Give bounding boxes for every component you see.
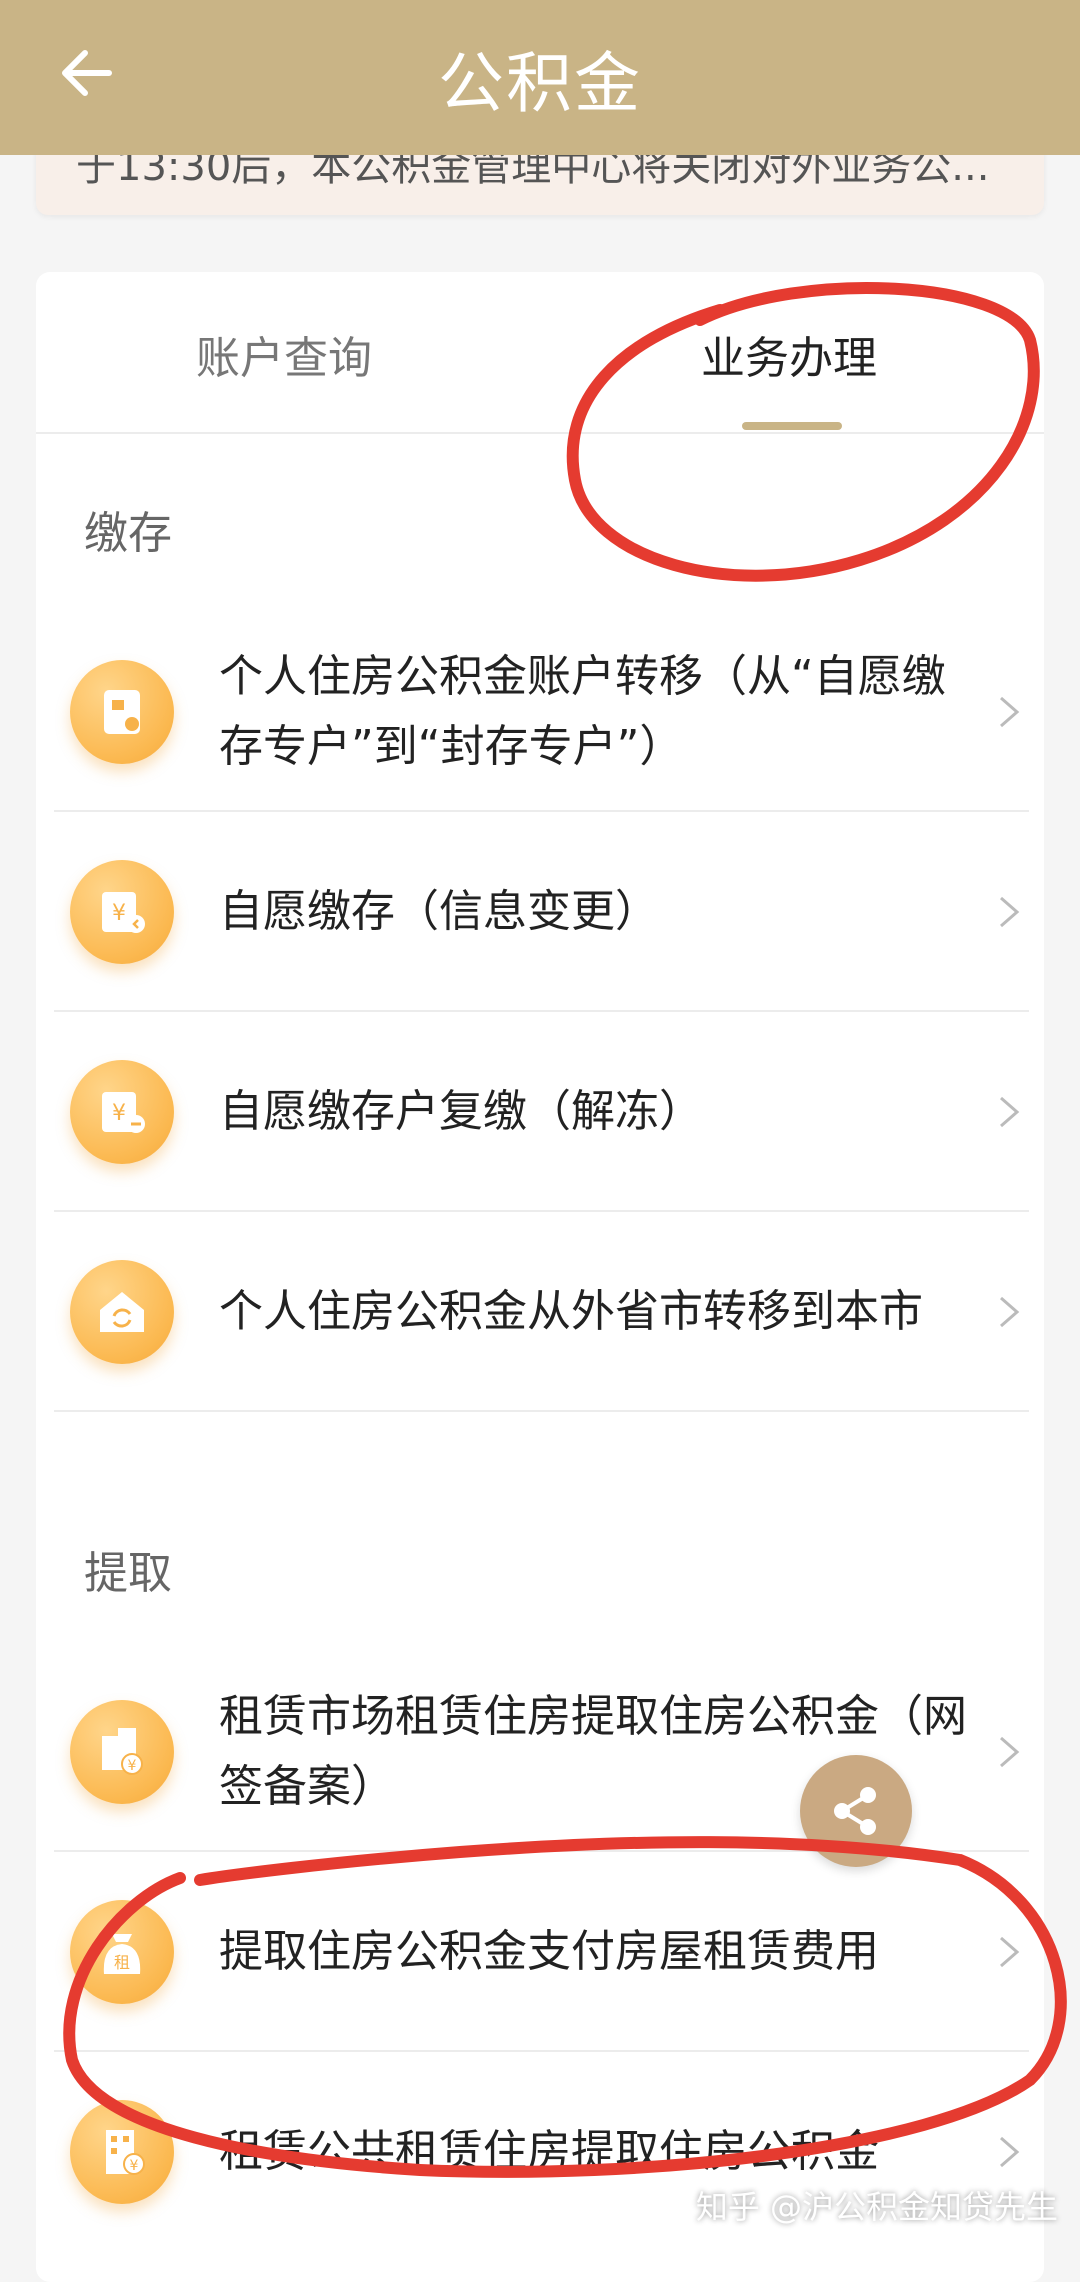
arrow-left-icon [62,50,112,96]
svg-text:¥: ¥ [130,2158,139,2174]
watermark: 知乎 @沪公积金知贷先生 [695,2188,1058,2226]
chevron-right-icon [1000,696,1020,728]
chevron-right-icon [1000,1296,1020,1328]
list-item-label: 个人住房公积金账户转移（从“自愿缴存专户”到“封存专户”） [219,651,946,772]
list-item-label: 自愿缴存（信息变更） [219,886,659,937]
chevron-right-icon [1000,896,1020,928]
public-building-yuan-icon: ¥ [70,2100,174,2204]
section-title-withdraw: 提取 [84,1548,172,1599]
page-title: 公积金 [438,44,642,122]
chevron-right-icon [1000,1096,1020,1128]
chevron-right-icon [1000,2136,1020,2168]
house-refresh-icon [70,1260,174,1364]
list-item-resume-deposit[interactable]: ¥ 自愿缴存户复缴（解冻） [54,1012,1029,1212]
list-item-account-transfer[interactable]: 个人住房公积金账户转移（从“自愿缴存专户”到“封存专户”） [54,612,1029,812]
list-item-label: 个人住房公积金从外省市转移到本市 [219,1286,923,1337]
building-yuan-icon: ¥ [70,1700,174,1804]
tab-account-query[interactable]: 账户查询 [196,322,372,386]
active-tab-indicator [742,422,842,430]
tab-bar: 账户查询 业务办理 [36,272,1044,434]
list-item-label: 自愿缴存户复缴（解冻） [219,1086,703,1137]
svg-text:¥: ¥ [112,1101,126,1126]
divider [54,1410,1029,1412]
back-button[interactable] [52,38,122,108]
list-item-transfer-in[interactable]: 个人住房公积金从外省市转移到本市 [54,1212,1029,1412]
yuan-document-icon: ¥ [70,860,174,964]
rent-bag-icon: 租 [70,1900,174,2004]
list-item-label: 提取住房公积金支付房屋租赁费用 [219,1926,879,1977]
share-button[interactable] [800,1755,912,1867]
chevron-right-icon [1000,1936,1020,1968]
top-bar: 公积金 [0,0,1080,155]
svg-text:¥: ¥ [112,901,126,926]
svg-text:租: 租 [114,1953,130,1972]
svg-text:¥: ¥ [128,1758,137,1774]
tab-business-handling[interactable]: 业务办理 [701,322,877,386]
yuan-document-minus-icon: ¥ [70,1060,174,1164]
section-title-deposit: 缴存 [84,508,172,559]
business-card: 账户查询 业务办理 缴存 个人住房公积金账户转移（从“自愿缴存专户”到“封存专户… [36,272,1044,2282]
list-item-rent-payment-withdraw[interactable]: 租 提取住房公积金支付房屋租赁费用 [54,1852,1029,2052]
account-transfer-icon [70,660,174,764]
list-item-voluntary-deposit[interactable]: ¥ 自愿缴存（信息变更） [54,812,1029,1012]
share-icon [834,1787,876,1835]
chevron-right-icon [1000,1736,1020,1768]
